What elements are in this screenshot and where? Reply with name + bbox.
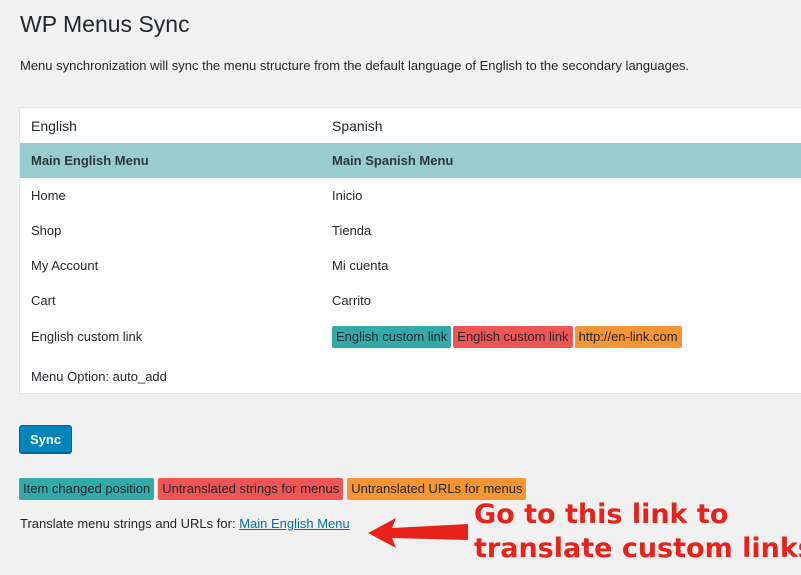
english-custom-link-item: English custom link (31, 329, 143, 344)
status-badge-untranslated-string: English custom link (453, 325, 573, 348)
menu-option-text: Menu Option: auto_add (31, 369, 167, 384)
table-header-row: English Spanish (20, 108, 801, 143)
english-menu-item: Cart (31, 293, 56, 308)
column-header-english: English (31, 117, 77, 134)
status-badge-untranslated-url: http://en-link.com (574, 325, 682, 348)
sync-button[interactable]: Sync (19, 425, 73, 453)
main-english-menu-link[interactable]: Main English Menu (239, 516, 350, 531)
menus-sync-table: English Spanish Main English Menu Main S… (19, 107, 801, 394)
table-row: My Account Mi cuenta (20, 248, 801, 283)
annotation-line-2: translate custom links (474, 533, 801, 564)
translate-instructions: Translate menu strings and URLs for: Mai… (20, 516, 350, 531)
english-menu-name: Main English Menu (31, 153, 149, 168)
english-menu-item: Home (31, 188, 66, 203)
column-header-spanish: Spanish (332, 117, 383, 134)
red-arrow-icon (368, 518, 468, 548)
table-row: Cart Carrito (20, 283, 801, 318)
menu-names-row: Main English Menu Main Spanish Menu (20, 143, 801, 178)
legend: Item changed position Untranslated strin… (19, 478, 530, 500)
table-row: Shop Tienda (20, 213, 801, 248)
spanish-menu-name: Main Spanish Menu (332, 153, 454, 168)
custom-link-status-tags: English custom link English custom link … (332, 325, 684, 348)
english-menu-item: My Account (31, 258, 99, 273)
legend-item-untranslated-strings: Untranslated strings for menus (158, 478, 344, 500)
spanish-menu-item: Tienda (332, 223, 372, 238)
table-row: Home Inicio (20, 178, 801, 213)
menu-option-row: Menu Option: auto_add (20, 359, 801, 394)
custom-link-row: English custom link English custom link … (20, 319, 801, 354)
spanish-menu-item: Inicio (332, 188, 363, 203)
legend-item-changed-position: Item changed position (19, 478, 155, 500)
annotation-callout: Go to this link to translate custom link… (474, 498, 801, 566)
legend-item-untranslated-urls: Untranslated URLs for menus (347, 478, 527, 500)
annotation-line-1: Go to this link to (474, 499, 729, 530)
spanish-menu-item: Mi cuenta (332, 258, 389, 273)
english-menu-item: Shop (31, 223, 62, 238)
page-description: Menu synchronization will sync the menu … (20, 58, 690, 73)
page-title: WP Menus Sync (20, 11, 190, 37)
translate-prefix: Translate menu strings and URLs for: (20, 516, 236, 531)
status-badge-changed-position: English custom link (332, 325, 452, 348)
spanish-menu-item: Carrito (332, 293, 372, 308)
